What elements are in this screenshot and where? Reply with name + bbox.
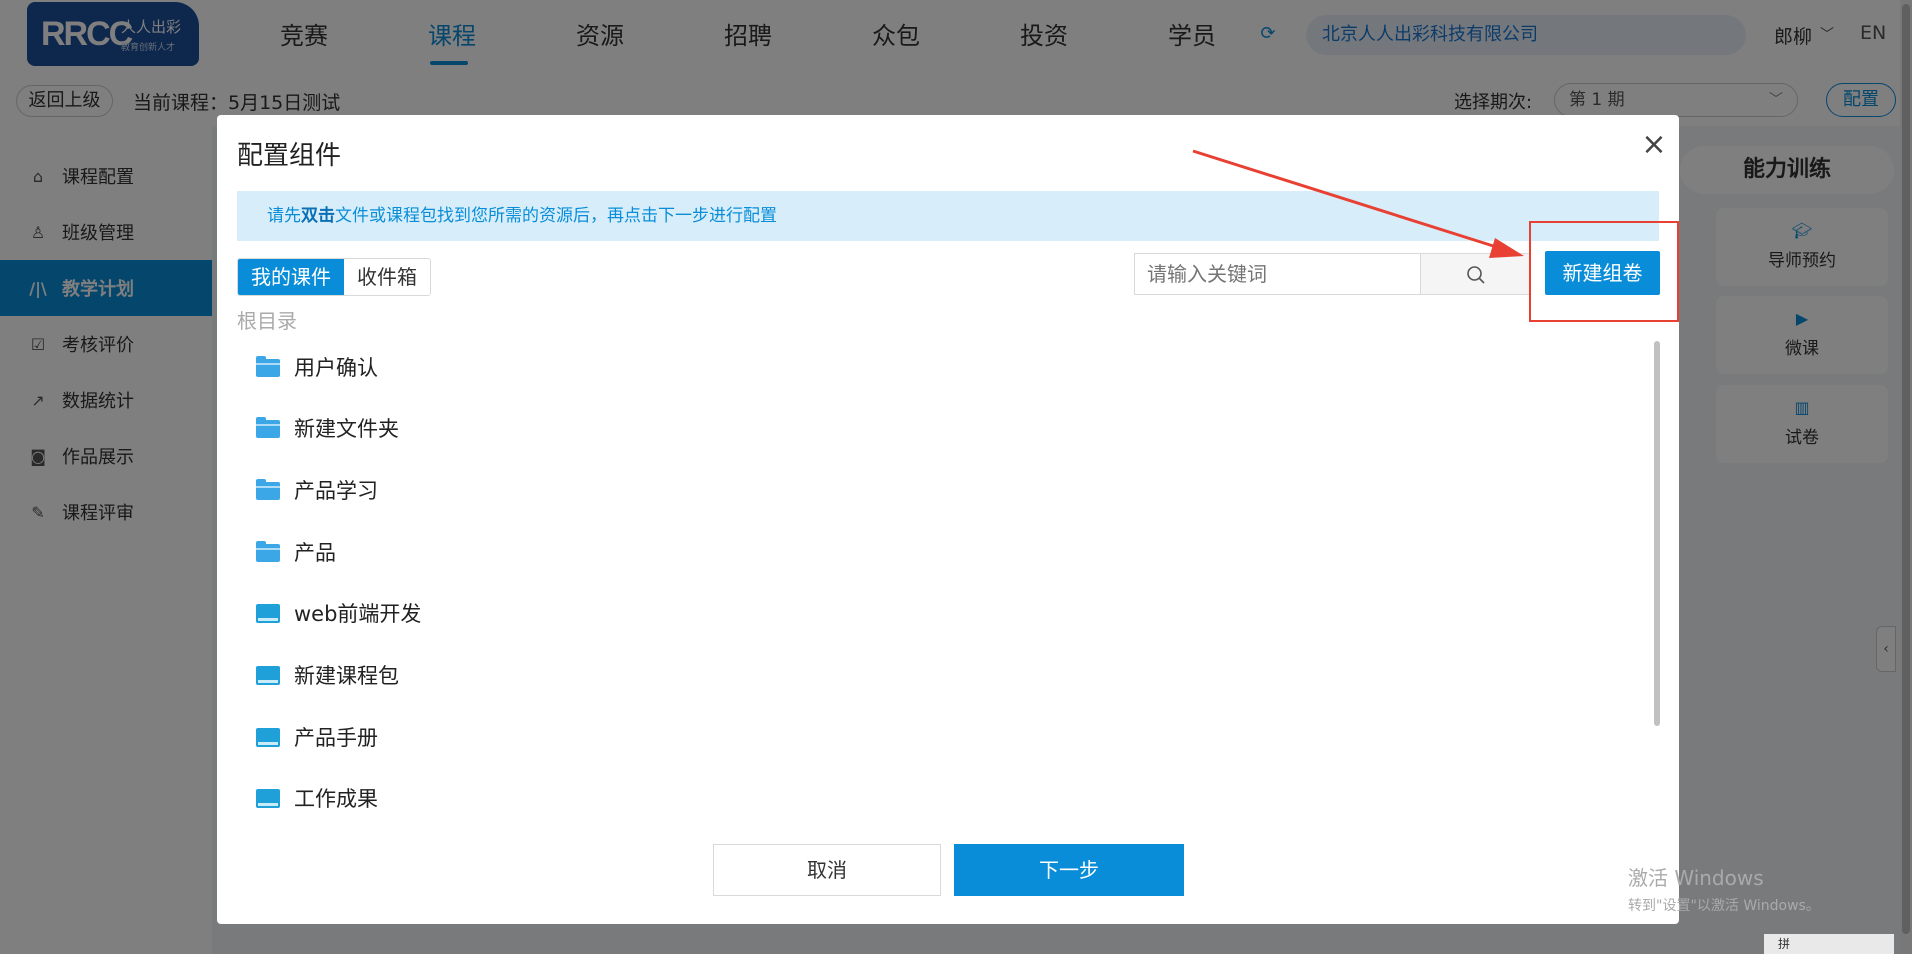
instruction-notice: 请先双击文件或课程包找到您所需的资源后，再点击下一步进行配置 bbox=[237, 191, 1659, 241]
keyword-search-input[interactable] bbox=[1134, 253, 1420, 295]
list-item-name: web前端开发 bbox=[294, 602, 422, 626]
list-item-name: 新建文件夹 bbox=[294, 417, 399, 441]
list-item[interactable]: 新建文件夹 bbox=[237, 402, 1617, 454]
list-item-name: 产品 bbox=[294, 541, 336, 565]
close-icon[interactable]: × bbox=[1640, 130, 1668, 160]
next-step-button[interactable]: 下一步 bbox=[954, 844, 1184, 896]
watermark-line-1: 激活 Windows bbox=[1628, 866, 1764, 890]
list-item[interactable]: 新建课程包 bbox=[237, 649, 1617, 701]
list-item[interactable]: 产品学习 bbox=[237, 464, 1617, 516]
list-item[interactable]: 用户确认 bbox=[237, 341, 1617, 393]
scrollbar-thumb[interactable] bbox=[1654, 341, 1660, 726]
list-item-name: 产品学习 bbox=[294, 479, 378, 503]
dialog-title: 配置组件 bbox=[237, 141, 342, 171]
configure-component-dialog: 配置组件 × 请先双击文件或课程包找到您所需的资源后，再点击下一步进行配置 我的… bbox=[217, 115, 1679, 924]
source-tabs: 我的课件 收件箱 bbox=[237, 258, 431, 296]
list-item[interactable]: web前端开发 bbox=[237, 587, 1617, 639]
list-item-name: 新建课程包 bbox=[294, 664, 399, 688]
ime-indicator[interactable]: 拼 bbox=[1764, 934, 1894, 954]
notice-text-bold: 双击 bbox=[301, 206, 335, 226]
tab-inbox[interactable]: 收件箱 bbox=[344, 259, 430, 295]
list-item[interactable]: 工作成果 bbox=[237, 772, 1617, 821]
list-item[interactable]: 产品手册 bbox=[237, 711, 1617, 763]
resource-list: 用户确认 新建文件夹 产品学习 产品 web前端开发 新建课程包 产品手册 工作… bbox=[237, 341, 1637, 821]
cancel-button[interactable]: 取消 bbox=[713, 844, 941, 896]
notice-text-post: 文件或课程包找到您所需的资源后，再点击下一步进行配置 bbox=[335, 206, 777, 226]
windows-activation-watermark: 激活 Windows 转到"设置"以激活 Windows。 bbox=[1628, 862, 1820, 915]
new-exam-button[interactable]: 新建组卷 bbox=[1545, 251, 1660, 295]
course-package-icon bbox=[256, 665, 280, 685]
notice-text-pre: 请先 bbox=[267, 206, 301, 226]
course-package-icon bbox=[256, 788, 280, 808]
list-scrollbar[interactable] bbox=[1652, 341, 1662, 823]
folder-icon bbox=[256, 356, 280, 377]
course-package-icon bbox=[256, 727, 280, 747]
list-item-name: 产品手册 bbox=[294, 726, 378, 750]
course-package-icon bbox=[256, 603, 280, 623]
watermark-line-2: 转到"设置"以激活 Windows。 bbox=[1628, 898, 1820, 914]
breadcrumb[interactable]: 根目录 bbox=[237, 305, 297, 334]
search-icon bbox=[1467, 266, 1485, 284]
tab-my-courseware[interactable]: 我的课件 bbox=[238, 259, 344, 295]
list-item[interactable]: 产品 bbox=[237, 526, 1617, 578]
search-button[interactable] bbox=[1420, 253, 1530, 295]
folder-icon bbox=[256, 479, 280, 500]
list-item-name: 用户确认 bbox=[294, 356, 378, 380]
folder-icon bbox=[256, 417, 280, 438]
folder-icon bbox=[256, 541, 280, 562]
list-item-name: 工作成果 bbox=[294, 787, 378, 811]
